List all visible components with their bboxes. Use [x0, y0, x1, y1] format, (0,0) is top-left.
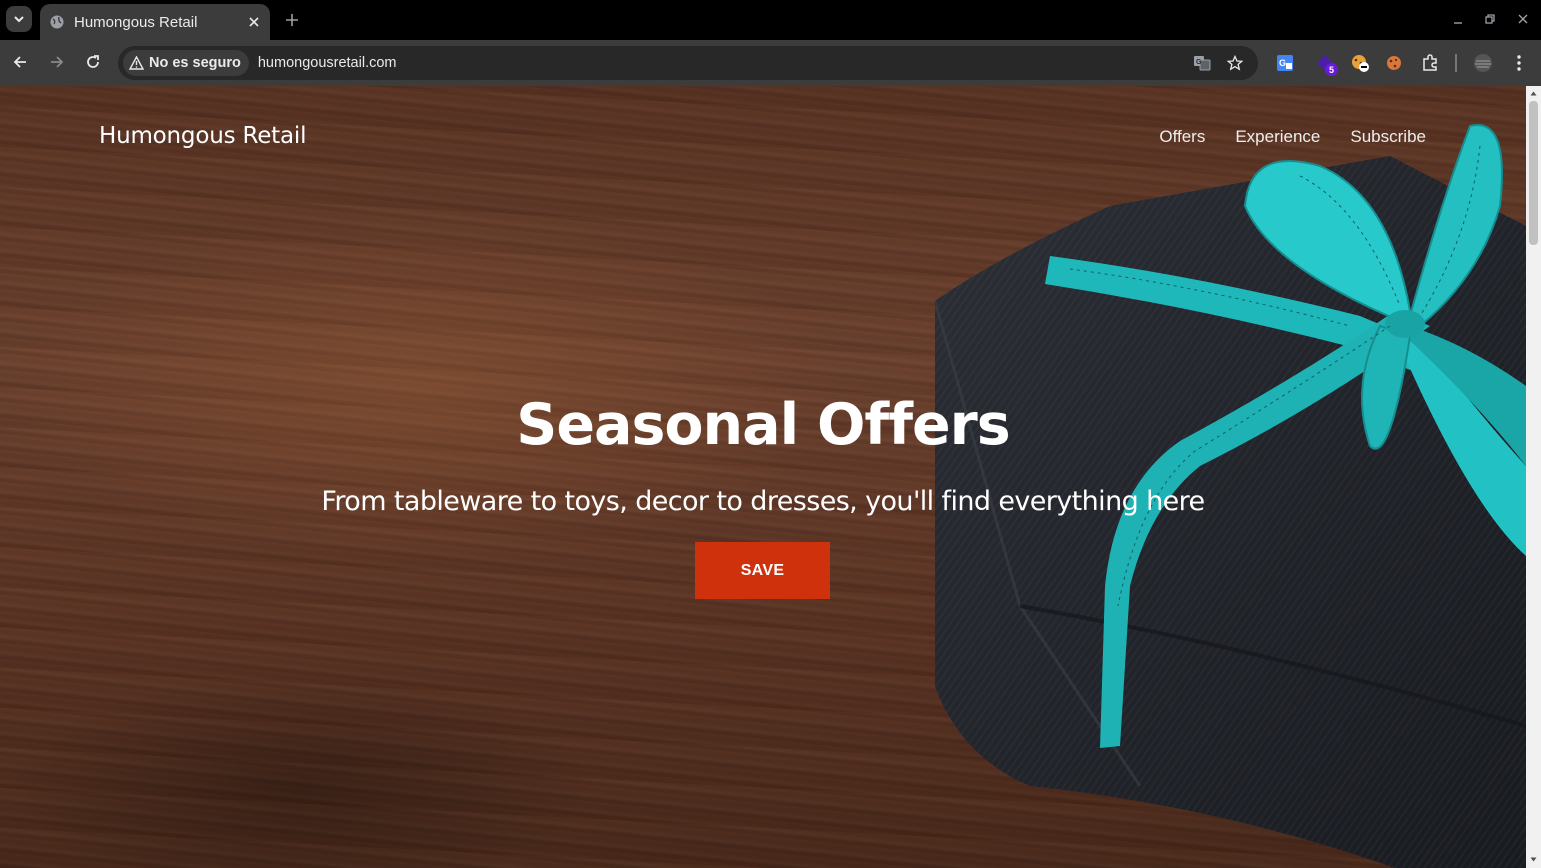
- globe-icon: [50, 15, 64, 29]
- close-icon[interactable]: [246, 14, 262, 30]
- warning-icon: [129, 56, 144, 70]
- back-icon[interactable]: [10, 52, 30, 72]
- tab-search-icon[interactable]: [6, 6, 32, 32]
- star-icon[interactable]: [1225, 53, 1245, 73]
- hero-title: Seasonal Offers: [516, 392, 1010, 458]
- tab-strip: Humongous Retail: [0, 0, 1541, 40]
- svg-text:G: G: [1196, 59, 1202, 66]
- extension-badge: 5: [1325, 63, 1338, 76]
- toolbar-divider: [1455, 54, 1457, 72]
- address-bar[interactable]: No es seguro humongousretail.com G: [118, 46, 1258, 80]
- plus-icon[interactable]: [282, 10, 302, 30]
- cookie-extension-icon[interactable]: [1349, 52, 1371, 74]
- nav-subscribe-link[interactable]: Subscribe: [1350, 127, 1426, 147]
- extension-badge-icon[interactable]: 5: [1314, 52, 1338, 76]
- extensions-icon[interactable]: [1419, 52, 1441, 74]
- browser-toolbar: No es seguro humongousretail.com G G 5: [0, 40, 1541, 86]
- window-close-icon[interactable]: [1515, 11, 1531, 27]
- minimize-icon[interactable]: [1450, 11, 1466, 27]
- save-button[interactable]: SAVE: [695, 542, 830, 599]
- security-label: No es seguro: [149, 55, 241, 71]
- profile-avatar-icon[interactable]: [1472, 52, 1494, 74]
- menu-icon[interactable]: [1508, 52, 1530, 74]
- url-text[interactable]: humongousretail.com: [258, 55, 397, 71]
- scrollbar-thumb[interactable]: [1529, 101, 1538, 245]
- translate-icon[interactable]: G: [1192, 53, 1212, 73]
- svg-text:G: G: [1279, 58, 1286, 68]
- scroll-down-arrow-icon[interactable]: [1530, 856, 1537, 863]
- forward-icon[interactable]: [47, 52, 67, 72]
- google-translate-extension-icon[interactable]: G: [1274, 52, 1296, 74]
- site-nav: Offers Experience Subscribe: [1159, 127, 1426, 147]
- scroll-up-arrow-icon[interactable]: [1530, 90, 1537, 97]
- restore-icon[interactable]: [1482, 11, 1498, 27]
- gift-box-image: [933, 124, 1526, 868]
- security-chip[interactable]: No es seguro: [123, 50, 249, 76]
- active-tab[interactable]: Humongous Retail: [40, 4, 270, 40]
- reload-icon[interactable]: [83, 52, 103, 72]
- nav-offers-link[interactable]: Offers: [1159, 127, 1205, 147]
- site-logo[interactable]: Humongous Retail: [99, 123, 306, 149]
- tab-title: Humongous Retail: [74, 13, 198, 31]
- page-viewport: Humongous Retail Offers Experience Subsc…: [0, 86, 1526, 868]
- cookie-icon[interactable]: [1383, 52, 1405, 74]
- nav-experience-link[interactable]: Experience: [1235, 127, 1320, 147]
- hero-subtitle: From tableware to toys, decor to dresses…: [321, 486, 1205, 517]
